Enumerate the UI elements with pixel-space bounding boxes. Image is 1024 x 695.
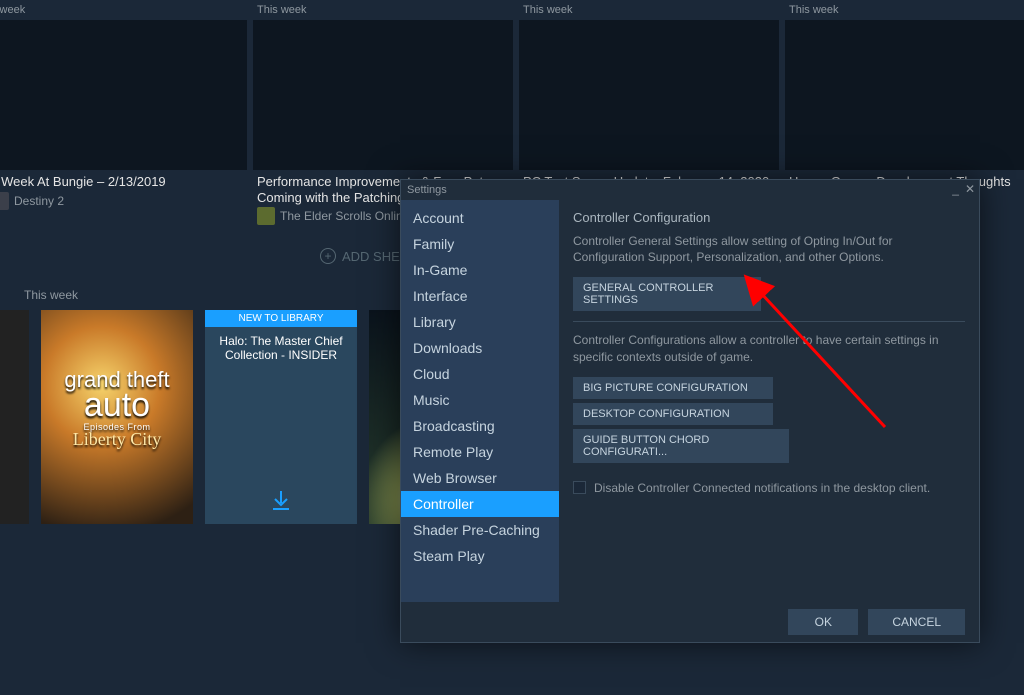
settings-titlebar[interactable]: Settings _ ✕ xyxy=(401,180,979,200)
news-card[interactable]: s week s Week At Bungie – 2/13/2019 Dest… xyxy=(0,4,247,210)
disable-notifications-label: Disable Controller Connected notificatio… xyxy=(594,481,930,495)
news-timeframe: This week xyxy=(253,4,513,20)
plus-circle-icon: + xyxy=(320,248,336,264)
news-source: Destiny 2 xyxy=(0,192,247,210)
nav-library[interactable]: Library xyxy=(401,309,559,335)
news-title: s Week At Bungie – 2/13/2019 xyxy=(0,170,247,192)
close-icon[interactable]: ✕ xyxy=(965,182,975,196)
nav-cloud[interactable]: Cloud xyxy=(401,361,559,387)
nav-shader-pre-caching[interactable]: Shader Pre-Caching xyxy=(401,517,559,543)
cancel-button[interactable]: CANCEL xyxy=(868,609,965,635)
news-source-label: Destiny 2 xyxy=(14,194,64,208)
nav-music[interactable]: Music xyxy=(401,387,559,413)
game-capsule-new[interactable]: NEW TO LIBRARY Halo: The Master Chief Co… xyxy=(205,310,357,524)
news-thumbnail xyxy=(253,20,513,170)
game-capsule[interactable] xyxy=(0,310,29,524)
divider xyxy=(573,321,965,322)
nav-account[interactable]: Account xyxy=(401,205,559,231)
nav-interface[interactable]: Interface xyxy=(401,283,559,309)
new-to-library-banner: NEW TO LIBRARY xyxy=(205,310,357,327)
settings-content-panel: Controller Configuration Controller Gene… xyxy=(559,200,979,602)
ok-button[interactable]: OK xyxy=(788,609,858,635)
desktop-configuration-button[interactable]: DESKTOP CONFIGURATION xyxy=(573,403,773,425)
add-shelf-button[interactable]: + ADD SHEL xyxy=(320,248,407,264)
nav-broadcasting[interactable]: Broadcasting xyxy=(401,413,559,439)
game-icon xyxy=(0,192,9,210)
news-source-label: The Elder Scrolls Online xyxy=(280,209,409,223)
game-icon xyxy=(257,207,275,225)
game-capsule-gta[interactable]: grand theft auto Episodes From Liberty C… xyxy=(41,310,193,524)
add-shelf-label: ADD SHEL xyxy=(342,249,407,264)
settings-footer: OK CANCEL xyxy=(401,602,979,642)
content-description: Controller Configurations allow a contro… xyxy=(573,332,965,364)
nav-in-game[interactable]: In-Game xyxy=(401,257,559,283)
disable-notifications-checkbox[interactable] xyxy=(573,481,586,494)
settings-dialog: Settings _ ✕ Account Family In-Game Inte… xyxy=(400,179,980,643)
content-description: Controller General Settings allow settin… xyxy=(573,233,965,265)
gta-logo-city: Liberty City xyxy=(51,431,183,447)
news-thumbnail xyxy=(785,20,1024,170)
guide-button-chord-configuration-button[interactable]: GUIDE BUTTON CHORD CONFIGURATI... xyxy=(573,429,789,463)
game-capsule-title: Halo: The Master Chief Collection - INSI… xyxy=(213,334,349,362)
news-thumbnail xyxy=(519,20,779,170)
news-timeframe: This week xyxy=(519,4,779,20)
settings-nav: Account Family In-Game Interface Library… xyxy=(401,200,559,602)
news-timeframe: This week xyxy=(785,4,1024,20)
news-timeframe: s week xyxy=(0,4,247,20)
big-picture-configuration-button[interactable]: BIG PICTURE CONFIGURATION xyxy=(573,377,773,399)
download-icon xyxy=(269,488,293,512)
nav-family[interactable]: Family xyxy=(401,231,559,257)
nav-controller[interactable]: Controller xyxy=(401,491,559,517)
gta-logo-text: auto xyxy=(51,390,183,421)
minimize-icon[interactable]: _ xyxy=(952,182,959,196)
settings-window-title: Settings xyxy=(407,184,447,196)
news-thumbnail xyxy=(0,20,247,170)
content-heading: Controller Configuration xyxy=(573,210,965,225)
nav-remote-play[interactable]: Remote Play xyxy=(401,439,559,465)
general-controller-settings-button[interactable]: GENERAL CONTROLLER SETTINGS xyxy=(573,277,761,311)
nav-steam-play[interactable]: Steam Play xyxy=(401,543,559,569)
nav-web-browser[interactable]: Web Browser xyxy=(401,465,559,491)
nav-downloads[interactable]: Downloads xyxy=(401,335,559,361)
